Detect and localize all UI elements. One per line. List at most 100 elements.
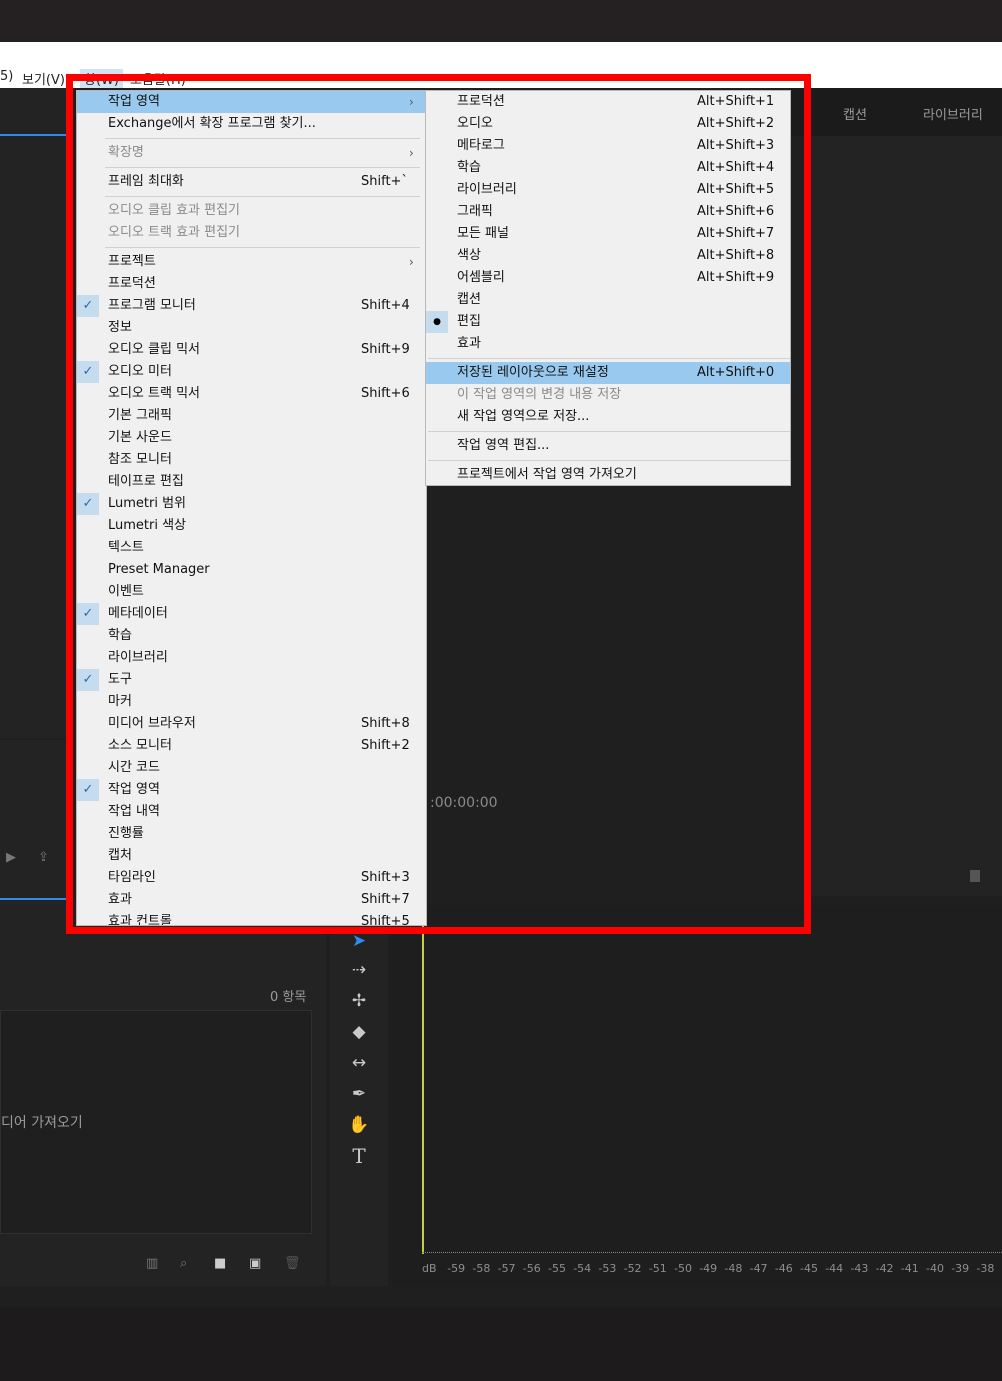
slip-icon[interactable]: ↔ [346, 1050, 372, 1076]
window-menu-item[interactable]: 효과 컨트롤 Shift+5 [77, 911, 426, 925]
workspace-menu-item[interactable]: 캡션 [426, 289, 790, 311]
pen-icon[interactable]: ✒ [346, 1081, 372, 1107]
trash-icon[interactable]: 🗑 [284, 1256, 301, 1271]
workspace-menu-item[interactable]: 작업 영역 편집... [426, 435, 790, 457]
selection-tool-icon[interactable]: ➤ [346, 928, 372, 954]
checkmark-icon: ✓ [77, 669, 99, 691]
list-view-icon[interactable]: ▥ [146, 1256, 158, 1271]
workspace-menu-item[interactable]: 이 작업 영역의 변경 내용 저장 [426, 384, 790, 406]
menu-item-label: 도구 [108, 672, 132, 687]
window-menu-item[interactable]: 효과 Shift+7 [77, 889, 426, 911]
window-menu-item[interactable]: ✓ Lumetri 범위 [77, 493, 426, 515]
workspace-menu-item[interactable]: 효과 [426, 333, 790, 355]
menu-item-label: 이 작업 영역의 변경 내용 저장 [457, 387, 622, 402]
workspace-menu-item[interactable]: 새 작업 영역으로 저장... [426, 406, 790, 428]
window-menu-item[interactable]: 프로젝트 › [77, 251, 426, 273]
window-menu-item[interactable]: ✓ 작업 영역 [77, 779, 426, 801]
workspace-menu-item[interactable]: 프로젝트에서 작업 영역 가져오기 [426, 464, 790, 485]
window-menu-item[interactable]: 프로덕션 [77, 273, 426, 295]
window-menu-item[interactable]: 작업 내역 [77, 801, 426, 823]
window-menu-item[interactable]: 오디오 클립 효과 편집기 [77, 200, 426, 222]
menu-item-label: 학습 [457, 160, 481, 175]
menubar: 5) 보기(V) 창(W) 도움말(H) [0, 42, 1002, 88]
tab-captions[interactable]: 캡션 [843, 104, 867, 123]
workspace-menu-item[interactable]: 학습 Alt+Shift+4 [426, 157, 790, 179]
window-menu-item[interactable]: 이벤트 [77, 581, 426, 603]
workspace-menu-item[interactable]: 색상 Alt+Shift+8 [426, 245, 790, 267]
ruler-tick-label: -40 [926, 1262, 944, 1275]
window-menu-item[interactable]: 타임라인 Shift+3 [77, 867, 426, 889]
menu-window[interactable]: 창(W) [80, 69, 123, 88]
window-menu-item[interactable]: Lumetri 색상 [77, 515, 426, 537]
window-menu-item[interactable]: ✓ 프로그램 모니터 Shift+4 [77, 295, 426, 317]
ruler-tick-label: -44 [825, 1262, 844, 1275]
window-menu-item[interactable]: Preset Manager [77, 559, 426, 581]
selected-bullet-icon: ● [426, 311, 448, 333]
razor-icon[interactable]: ◆ [346, 1019, 372, 1045]
menu-item-label: 프로덕션 [108, 276, 156, 291]
track-select-icon[interactable]: ⇢ [346, 957, 372, 983]
window-menu-item[interactable]: 라이브러리 [77, 647, 426, 669]
playhead-line[interactable] [422, 918, 424, 1254]
window-menu-item[interactable]: 미디어 브라우저 Shift+8 [77, 713, 426, 735]
window-menu-item[interactable]: ✓ 오디오 미터 [77, 361, 426, 383]
checkmark-icon: ✓ [77, 361, 99, 383]
window-menu-item[interactable]: 참조 모니터 [77, 449, 426, 471]
window-menu-item[interactable]: 테이프로 편집 [77, 471, 426, 493]
window-menu-item[interactable]: 캡처 [77, 845, 426, 867]
workspace-menu-item[interactable]: 메타로그 Alt+Shift+3 [426, 135, 790, 157]
play-icon[interactable]: ▶ [6, 850, 16, 865]
window-menu-item[interactable]: 프레임 최대화 Shift+` [77, 171, 426, 193]
window-menu-item[interactable]: 기본 사운드 [77, 427, 426, 449]
window-menu-item[interactable]: 진행률 [77, 823, 426, 845]
window-menu-item[interactable]: 작업 영역 › [77, 91, 426, 113]
ripple-edit-icon[interactable]: ✢ [346, 988, 372, 1014]
workspace-menu-item[interactable]: 라이브러리 Alt+Shift+5 [426, 179, 790, 201]
menu-help[interactable]: 도움말(H) [130, 69, 186, 88]
project-drop-area[interactable]: 디어 가져오기 [0, 1010, 312, 1234]
window-menu-item[interactable]: 학습 [77, 625, 426, 647]
hand-icon[interactable]: ✋ [346, 1112, 372, 1138]
window-menu-item[interactable]: 시간 코드 [77, 757, 426, 779]
search-icon[interactable]: ⌕ [180, 1256, 187, 1271]
scroll-marker-icon[interactable] [970, 870, 980, 882]
workspace-menu-item[interactable]: 프로덕션 Alt+Shift+1 [426, 91, 790, 113]
menu-item-partial[interactable]: 5) [0, 69, 13, 84]
window-menu-item[interactable]: 텍스트 [77, 537, 426, 559]
menu-item-label: 캡처 [108, 848, 132, 863]
ruler-tick-label: -42 [875, 1262, 894, 1275]
export-icon[interactable]: ⇪ [38, 850, 49, 865]
workspace-menu-item[interactable]: 그래픽 Alt+Shift+6 [426, 201, 790, 223]
menu-view[interactable]: 보기(V) [22, 69, 65, 88]
window-menu-item[interactable]: ✓ 메타데이터 [77, 603, 426, 625]
workspace-menu-item[interactable]: 오디오 Alt+Shift+2 [426, 113, 790, 135]
menu-item-shortcut: Alt+Shift+4 [697, 160, 775, 175]
checkmark-icon: ✓ [77, 603, 99, 625]
window-menu-item[interactable]: 오디오 트랙 효과 편집기 [77, 222, 426, 244]
window-menu-item[interactable]: 기본 그래픽 [77, 405, 426, 427]
menu-item-shortcut: Alt+Shift+1 [697, 94, 775, 109]
workspace-menu-item[interactable]: 어셈블리 Alt+Shift+9 [426, 267, 790, 289]
tab-libraries[interactable]: 라이브러리 [923, 104, 983, 123]
window-menu-item[interactable]: 오디오 클립 믹서 Shift+9 [77, 339, 426, 361]
workspace-menu-item[interactable]: 저장된 레이아웃으로 재설정 Alt+Shift+0 [426, 362, 790, 384]
window-menu-item[interactable]: Exchange에서 확장 프로그램 찾기... [77, 113, 426, 135]
window-menu-item[interactable]: 소스 모니터 Shift+2 [77, 735, 426, 757]
timeline-panel [392, 906, 1002, 1286]
item-count: 0 항목 [270, 990, 307, 1005]
new-bin-icon[interactable]: ■ [214, 1256, 226, 1271]
new-item-icon[interactable]: ▣ [249, 1256, 261, 1271]
window-menu-item[interactable]: 정보 [77, 317, 426, 339]
submenu-arrow-icon: › [409, 255, 414, 269]
workspace-menu-item[interactable]: ● 편집 [426, 311, 790, 333]
menu-item-label: 오디오 클립 효과 편집기 [108, 203, 240, 218]
ruler-tick-label: -38 [976, 1262, 995, 1275]
menu-item-shortcut: Shift+4 [361, 298, 410, 313]
menu-item-label: 프로젝트 [108, 254, 156, 269]
type-icon[interactable]: T [346, 1143, 372, 1169]
window-menu-item[interactable]: 확장명 › [77, 142, 426, 164]
window-menu-item[interactable]: 마커 [77, 691, 426, 713]
window-menu-item[interactable]: ✓ 도구 [77, 669, 426, 691]
workspace-menu-item[interactable]: 모든 패널 Alt+Shift+7 [426, 223, 790, 245]
window-menu-item[interactable]: 오디오 트랙 믹서 Shift+6 [77, 383, 426, 405]
